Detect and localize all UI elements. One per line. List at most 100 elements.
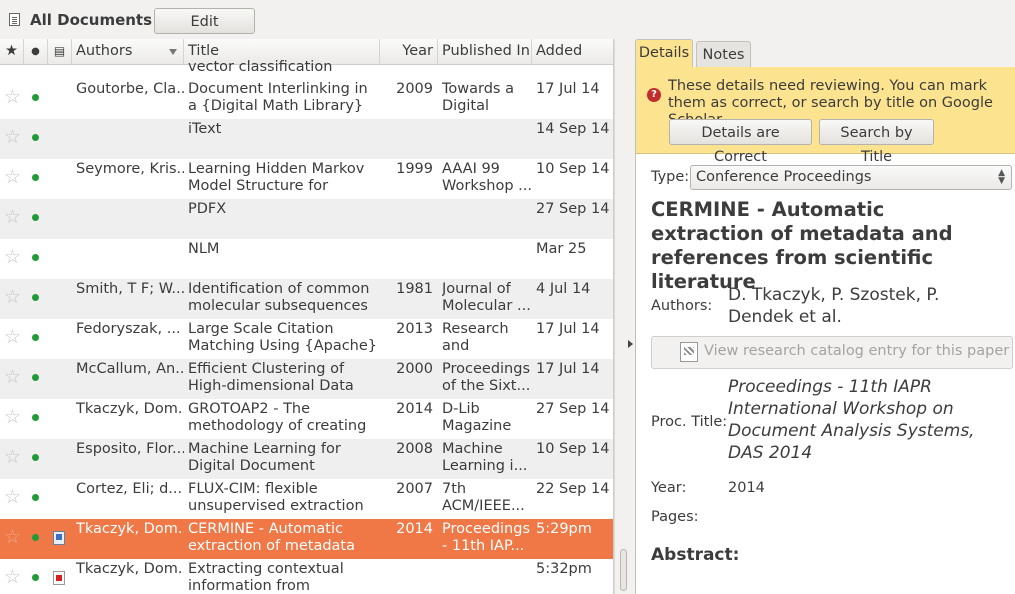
table-row[interactable]: ☆ Seymore, Kris... Learning Hidden Markov … xyxy=(0,159,613,199)
star-icon[interactable]: ☆ xyxy=(4,448,21,467)
download-file-icon[interactable] xyxy=(53,531,65,545)
row-authors: Fedoryszak, ... xyxy=(76,321,181,337)
pane-splitter-arrow-icon[interactable] xyxy=(628,340,633,348)
star-icon[interactable]: ☆ xyxy=(4,568,21,587)
read-status-icon[interactable] xyxy=(32,334,39,341)
document-list-icon xyxy=(9,13,20,26)
table-row[interactable]: ☆ Fedoryszak, ... Large Scale Citation Mat… xyxy=(0,319,613,359)
table-row[interactable]: ☆ NLM Mar 25 xyxy=(0,239,613,279)
table-row[interactable]: ☆ Smith, T F; W... Identification of commo… xyxy=(0,279,613,319)
column-header-authors-label: Authors xyxy=(76,43,133,59)
table-row[interactable]: ☆ iText 14 Sep 14 xyxy=(0,119,613,159)
table-row[interactable]: ☆ McCallum, An... Efficient Clustering of … xyxy=(0,359,613,399)
star-icon[interactable]: ☆ xyxy=(4,288,21,307)
read-status-icon[interactable] xyxy=(32,254,39,261)
star-icon[interactable]: ☆ xyxy=(4,408,21,427)
read-status-icon[interactable] xyxy=(32,94,39,101)
column-header-attachment[interactable]: ▤ xyxy=(48,39,72,64)
read-status-icon[interactable] xyxy=(32,294,39,301)
read-status-icon[interactable] xyxy=(32,214,39,221)
row-added: 17 Jul 14 xyxy=(536,321,600,337)
row-title: NLM xyxy=(188,241,220,257)
catalog-entry-icon xyxy=(680,342,698,362)
tab-notes[interactable]: Notes xyxy=(696,41,751,67)
row-added: 4 Jul 14 xyxy=(536,281,591,297)
column-header-published-in[interactable]: Published In xyxy=(438,39,532,64)
row-added: 27 Sep 14 xyxy=(536,401,610,417)
star-icon[interactable]: ☆ xyxy=(4,528,21,547)
column-header-authors[interactable]: Authors xyxy=(72,39,184,64)
documents-table: ★ ● ▤ Authors Title Year Published In Ad… xyxy=(0,39,614,594)
table-scrollbar[interactable] xyxy=(614,39,631,594)
read-status-icon[interactable] xyxy=(32,174,39,181)
edit-settings-button[interactable]: Edit Settings xyxy=(154,8,255,54)
row-year: 2008 xyxy=(396,441,433,457)
read-status-icon[interactable] xyxy=(32,494,39,501)
read-status-icon[interactable] xyxy=(32,534,39,541)
star-icon[interactable]: ☆ xyxy=(4,168,21,187)
row-title: Identification of common molecular subse… xyxy=(188,281,370,314)
star-icon[interactable]: ☆ xyxy=(4,248,21,267)
read-status-icon[interactable] xyxy=(32,374,39,381)
row-published-in xyxy=(442,121,532,156)
row-authors: Tkaczyk, Dom... xyxy=(76,401,184,417)
star-icon[interactable]: ☆ xyxy=(4,328,21,347)
row-added: 5:32pm xyxy=(536,561,592,577)
row-added: 27 Sep 14 xyxy=(536,201,610,217)
row-title: Extracting contextual information from s… xyxy=(188,561,344,594)
paper-title[interactable]: CERMINE - Automatic extraction of metada… xyxy=(651,198,1001,294)
row-year: 1999 xyxy=(396,161,433,177)
row-title: Large Scale Citation Matching Using {Apa… xyxy=(188,321,378,356)
table-row[interactable]: ☆ Tkaczyk, Dom... Extracting contextual in… xyxy=(0,559,613,594)
column-header-year[interactable]: Year xyxy=(380,39,438,64)
table-row[interactable]: ☆ Cortez, Eli; d... FLUX-CIM: flexible uns… xyxy=(0,479,613,519)
table-row[interactable]: ☆ Goutorbe, Cla... Document Interlinking i… xyxy=(0,79,613,119)
row-year: 2013 xyxy=(396,321,433,337)
row-published-in: Journal of Molecular ... xyxy=(442,281,531,314)
pages-label: Pages: xyxy=(651,509,699,525)
read-status-icon[interactable] xyxy=(32,574,39,581)
column-header-star[interactable]: ★ xyxy=(0,39,24,64)
row-published-in: Proceedings - 11th IAP... xyxy=(442,521,530,554)
read-status-icon[interactable] xyxy=(32,134,39,141)
column-header-added[interactable]: Added xyxy=(532,39,613,64)
proc-title-value[interactable]: Proceedings - 11th IAPR International Wo… xyxy=(728,376,998,464)
star-icon[interactable]: ☆ xyxy=(4,368,21,387)
row-published-in: AAAI 99 Workshop ... xyxy=(442,161,532,194)
row-year: 2014 xyxy=(396,521,433,537)
scrollbar-thumb[interactable] xyxy=(620,549,627,591)
proc-title-label: Proc. Title: xyxy=(651,414,728,430)
type-select-value: Conference Proceedings xyxy=(696,169,872,185)
select-arrows-icon: ▲ ▼ xyxy=(998,168,1005,186)
table-row[interactable]: ☆ PDFX 27 Sep 14 xyxy=(0,199,613,239)
table-row[interactable]: ☆ Tkaczyk, Dom... CERMINE - Automatic extr… xyxy=(0,519,613,559)
star-icon[interactable]: ☆ xyxy=(4,208,21,227)
row-title: CERMINE - Automatic extraction of metada… xyxy=(188,521,355,556)
pdf-file-icon[interactable] xyxy=(53,571,65,585)
row-year: 2009 xyxy=(396,81,433,97)
star-icon[interactable]: ☆ xyxy=(4,88,21,107)
star-icon[interactable]: ☆ xyxy=(4,128,21,147)
row-added: 17 Jul 14 xyxy=(536,361,600,377)
star-icon[interactable]: ☆ xyxy=(4,488,21,507)
table-row[interactable]: ☆ Tkaczyk, Dom... GROTOAP2 - The methodolo… xyxy=(0,399,613,439)
read-status-icon[interactable] xyxy=(32,414,39,421)
table-body: vector classification ☆ Goutorbe, Cla... D… xyxy=(0,59,613,594)
table-row[interactable]: ☆ Esposito, Flor... Machine Learning for D… xyxy=(0,439,613,479)
row-title: GROTOAP2 - The methodology of creating .… xyxy=(188,401,367,436)
details-correct-button[interactable]: Details are Correct xyxy=(669,119,812,165)
row-added: 22 Sep 14 xyxy=(536,481,610,497)
row-authors: Esposito, Flor... xyxy=(76,441,184,457)
type-select[interactable]: Conference Proceedings ▲ ▼ xyxy=(690,165,1012,190)
row-authors: Cortez, Eli; d... xyxy=(76,481,183,497)
row-published-in: Towards a Digital Mat... xyxy=(442,81,514,116)
search-by-title-button[interactable]: Search by Title xyxy=(819,119,934,165)
column-header-read[interactable]: ● xyxy=(24,39,48,64)
authors-value[interactable]: D. Tkaczyk, P. Szostek, P. Dendek et al. xyxy=(728,284,998,328)
row-published-in: 7th ACM/IEEE... xyxy=(442,481,525,514)
read-status-icon[interactable] xyxy=(32,454,39,461)
row-title: iText xyxy=(188,121,222,137)
tab-details[interactable]: Details xyxy=(635,39,693,68)
view-catalog-entry-button[interactable]: View research catalog entry for this pap… xyxy=(651,336,1013,369)
year-value[interactable]: 2014 xyxy=(728,480,765,496)
